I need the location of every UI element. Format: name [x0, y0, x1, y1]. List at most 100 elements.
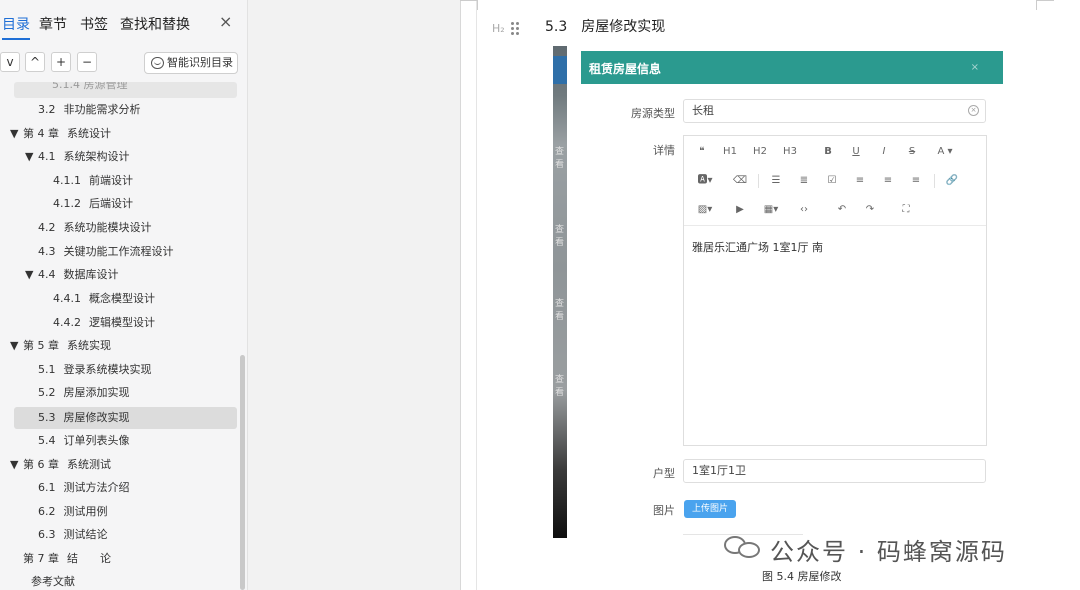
toc-item[interactable]: 第 5 章系统实现 — [23, 335, 111, 357]
toc-item-num: 6.3 — [38, 528, 56, 541]
collapse-all-button[interactable]: v — [0, 52, 20, 72]
align-left-icon[interactable]: ≡ — [852, 174, 868, 188]
toc-item-num: 3.2 — [38, 103, 56, 116]
code-icon[interactable]: ‹› — [796, 203, 812, 217]
chevron-down-icon[interactable]: ▼ — [10, 335, 18, 357]
image-icon[interactable]: ▨▾ — [694, 203, 716, 217]
video-icon[interactable]: ▶ — [732, 203, 748, 217]
align-right-icon[interactable]: ≡ — [908, 174, 924, 188]
toc-item-num: 6.1 — [38, 481, 56, 494]
h3-button[interactable]: H3 — [782, 145, 798, 159]
toc-item[interactable]: 6.3 测试结论 — [38, 524, 108, 546]
link-icon[interactable]: 🔗 — [944, 174, 960, 188]
screenshot-left-strip: 查看 查看 查看 查看 — [553, 46, 567, 538]
toc-item-label: 登录系统模块实现 — [63, 363, 152, 376]
italic-icon[interactable]: I — [876, 145, 892, 159]
toc-item[interactable]: 5.4 订单列表头像 — [38, 430, 130, 452]
smart-toc-button[interactable]: 智能识别目录 — [144, 52, 238, 74]
numbered-list-icon[interactable]: ≣ — [796, 174, 812, 188]
page-corner-mark — [460, 0, 478, 10]
toc-item-num: 4.1.1 — [53, 174, 81, 187]
toc-item[interactable]: 第 7 章结 论 — [23, 548, 111, 570]
tab-bookmarks[interactable]: 书签 — [80, 14, 108, 34]
toc-item[interactable]: 第 6 章系统测试 — [23, 454, 111, 476]
toc-item-selected[interactable]: 5.3 房屋修改实现 — [38, 407, 130, 429]
editor-divider — [684, 225, 986, 226]
chevron-down-icon[interactable]: ▼ — [25, 264, 33, 286]
chevron-down-icon[interactable]: ▼ — [25, 146, 33, 168]
strikethrough-icon[interactable]: S — [904, 145, 920, 159]
chevron-down-icon[interactable]: ▼ — [10, 123, 18, 145]
bold-icon[interactable]: B — [820, 145, 836, 159]
move-up-button[interactable]: ^ — [25, 52, 45, 72]
strip-cut-text: 查看 — [555, 299, 565, 322]
toc-scrollbar[interactable] — [240, 355, 245, 590]
toc-item-faded[interactable]: 5.1.4 房源管理 — [14, 82, 237, 98]
toc-item-num: 4.2 — [38, 221, 56, 234]
drag-handle-icon[interactable] — [511, 22, 519, 36]
toc-item-num: 5.4 — [38, 434, 56, 447]
canvas-gap — [248, 0, 460, 590]
toc-item[interactable]: 6.1 测试方法介绍 — [38, 477, 130, 499]
table-icon[interactable]: ▦▾ — [760, 203, 782, 217]
bullet-list-icon[interactable]: ☰ — [768, 174, 784, 188]
undo-icon[interactable]: ↶ — [834, 203, 850, 217]
section-title: 房屋修改实现 — [581, 19, 666, 35]
editor-toolbar-row: 🅰▾ ⌫ ☰ ≣ ☑ ≡ ≡ ≡ 🔗 — [684, 167, 986, 195]
toc-item[interactable]: 3.2 非功能需求分析 — [38, 99, 141, 121]
wechat-icon — [722, 532, 762, 560]
editor-content[interactable]: 雅居乐汇通广场 1室1厅 南 — [692, 239, 823, 255]
chevron-down-icon[interactable]: ▼ — [10, 454, 18, 476]
toc-item[interactable]: 4.4 数据库设计 — [38, 264, 119, 286]
font-color-icon[interactable]: A ▾ — [934, 145, 956, 159]
toc-item[interactable]: 第 4 章系统设计 — [23, 123, 111, 145]
toc-item[interactable]: 4.4.1 概念模型设计 — [53, 288, 155, 310]
toc-item-label: 测试方法介绍 — [63, 481, 130, 494]
toc-item[interactable]: 4.1 系统架构设计 — [38, 146, 130, 168]
tab-toc[interactable]: 目录 — [2, 14, 30, 40]
toc-item[interactable]: 4.1.1 前端设计 — [53, 170, 133, 192]
rich-text-editor[interactable]: ❝ H1 H2 H3 B U I S A ▾ 🅰▾ ⌫ ☰ ≣ ☑ ≡ ≡ ≡ … — [683, 135, 987, 446]
figure-caption: 图 5.4 房屋修改 — [762, 570, 842, 583]
layout-input[interactable]: 1室1厅1卫 — [683, 459, 986, 483]
toc-item-label: 系统设计 — [67, 127, 111, 140]
toc-item-num: 第 5 章 — [23, 339, 59, 352]
tab-chapters[interactable]: 章节 — [39, 14, 67, 34]
house-type-value: 长租 — [692, 104, 714, 117]
tab-find-replace[interactable]: 查找和替换 — [120, 14, 190, 34]
underline-icon[interactable]: U — [848, 145, 864, 159]
toc-item-label: 逻辑模型设计 — [89, 316, 155, 329]
close-icon[interactable]: × — [971, 62, 979, 73]
field-label-image: 图片 — [653, 504, 675, 517]
h1-button[interactable]: H1 — [722, 145, 738, 159]
toc-item-label: 系统实现 — [67, 339, 111, 352]
redo-icon[interactable]: ↷ — [862, 203, 878, 217]
toc-item-num: 4.1.2 — [53, 197, 81, 210]
remove-item-button[interactable]: − — [77, 52, 97, 72]
toc-item[interactable]: 4.2 系统功能模块设计 — [38, 217, 152, 239]
clear-icon[interactable]: × — [968, 105, 979, 116]
house-type-select[interactable]: 长租 × — [683, 99, 986, 123]
toc-item-label: 关键功能工作流程设计 — [63, 245, 174, 258]
close-icon[interactable]: × — [219, 12, 232, 31]
strip-cut-text: 查看 — [555, 225, 565, 248]
toc-item[interactable]: 4.1.2 后端设计 — [53, 193, 133, 215]
toc-item-num: 第 6 章 — [23, 458, 59, 471]
fullscreen-icon[interactable]: ⛶ — [898, 203, 914, 217]
toc-item[interactable]: 5.1 登录系统模块实现 — [38, 359, 152, 381]
toc-item[interactable]: 4.4.2 逻辑模型设计 — [53, 312, 155, 334]
todo-list-icon[interactable]: ☑ — [824, 174, 840, 188]
toc-item[interactable]: 5.2 房屋添加实现 — [38, 382, 130, 404]
toc-item-label: 房屋修改实现 — [63, 411, 130, 424]
quote-icon[interactable]: ❝ — [694, 145, 710, 159]
add-item-button[interactable]: + — [51, 52, 71, 72]
eraser-icon[interactable]: ⌫ — [732, 174, 748, 188]
toc-item[interactable]: 6.2 测试用例 — [38, 501, 108, 523]
background-color-icon[interactable]: 🅰▾ — [694, 174, 716, 188]
toc-item[interactable]: 4.3 关键功能工作流程设计 — [38, 241, 174, 263]
h2-button[interactable]: H2 — [752, 145, 768, 159]
upload-image-button[interactable]: 上传图片 — [684, 500, 736, 518]
toc-item-label: 订单列表头像 — [63, 434, 130, 447]
toc-item[interactable]: 参考文献 — [23, 571, 75, 590]
align-center-icon[interactable]: ≡ — [880, 174, 896, 188]
